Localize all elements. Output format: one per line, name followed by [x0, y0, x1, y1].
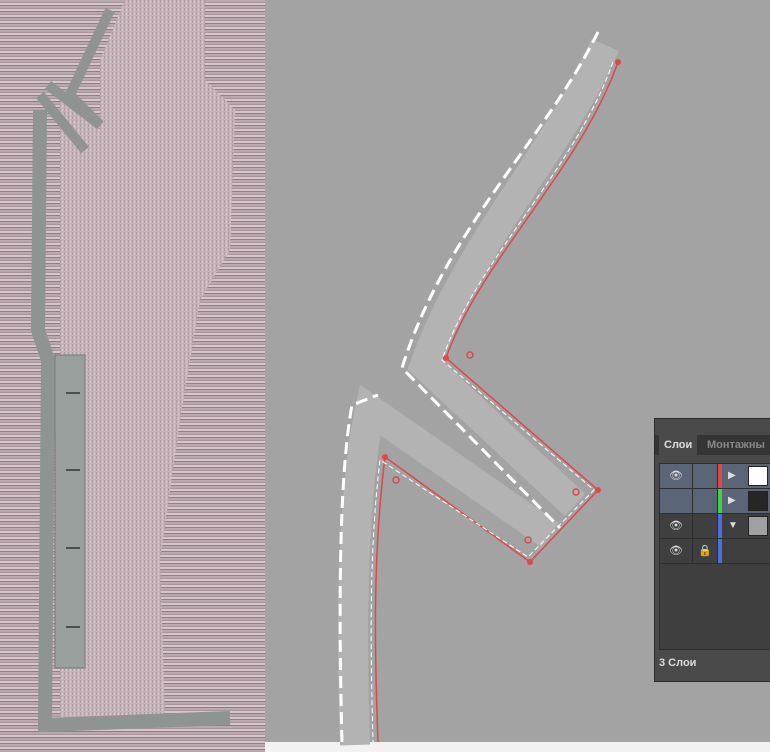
- layer-thumbnail: [748, 491, 768, 511]
- lock-toggle[interactable]: [693, 514, 718, 538]
- collar-band-upper: [407, 39, 619, 516]
- lock-icon[interactable]: 🔒: [693, 539, 718, 563]
- lock-toggle[interactable]: [693, 464, 718, 488]
- layer-thumbnail: [748, 516, 768, 536]
- visibility-toggle[interactable]: [660, 489, 693, 513]
- layers-list: 👁 ▶ ▶ 👁 ▼ 👁 🔒: [659, 463, 770, 650]
- tab-artboards[interactable]: Монтажны: [702, 435, 770, 455]
- layer-color: [718, 539, 722, 563]
- eye-icon[interactable]: 👁: [660, 514, 693, 538]
- layers-panel: Слои Монтажны 👁 ▶ ▶ 👁 ▼ 👁 🔒 3 Слои: [654, 418, 770, 682]
- triangle-down-icon[interactable]: ▼: [728, 514, 738, 538]
- layer-row[interactable]: ▶: [660, 489, 770, 514]
- triangle-right-icon[interactable]: ▶: [728, 464, 738, 488]
- triangle-right-icon[interactable]: ▶: [728, 489, 738, 513]
- lock-toggle[interactable]: [693, 489, 718, 513]
- tab-layers[interactable]: Слои: [659, 435, 698, 455]
- selected-path: [374, 61, 619, 743]
- layer-color: [718, 464, 722, 488]
- eye-icon[interactable]: 👁: [660, 539, 693, 563]
- layer-color: [718, 514, 722, 538]
- selected-path-offset: [370, 61, 614, 743]
- layer-row[interactable]: 👁 ▶: [660, 464, 770, 489]
- layer-color: [718, 489, 722, 513]
- eye-icon[interactable]: 👁: [660, 464, 693, 488]
- layers-count: 3 Слои: [659, 657, 697, 669]
- layer-row[interactable]: 👁 🔒: [660, 539, 770, 564]
- layer-row[interactable]: 👁 ▼: [660, 514, 770, 539]
- layer-thumbnail: [748, 466, 768, 486]
